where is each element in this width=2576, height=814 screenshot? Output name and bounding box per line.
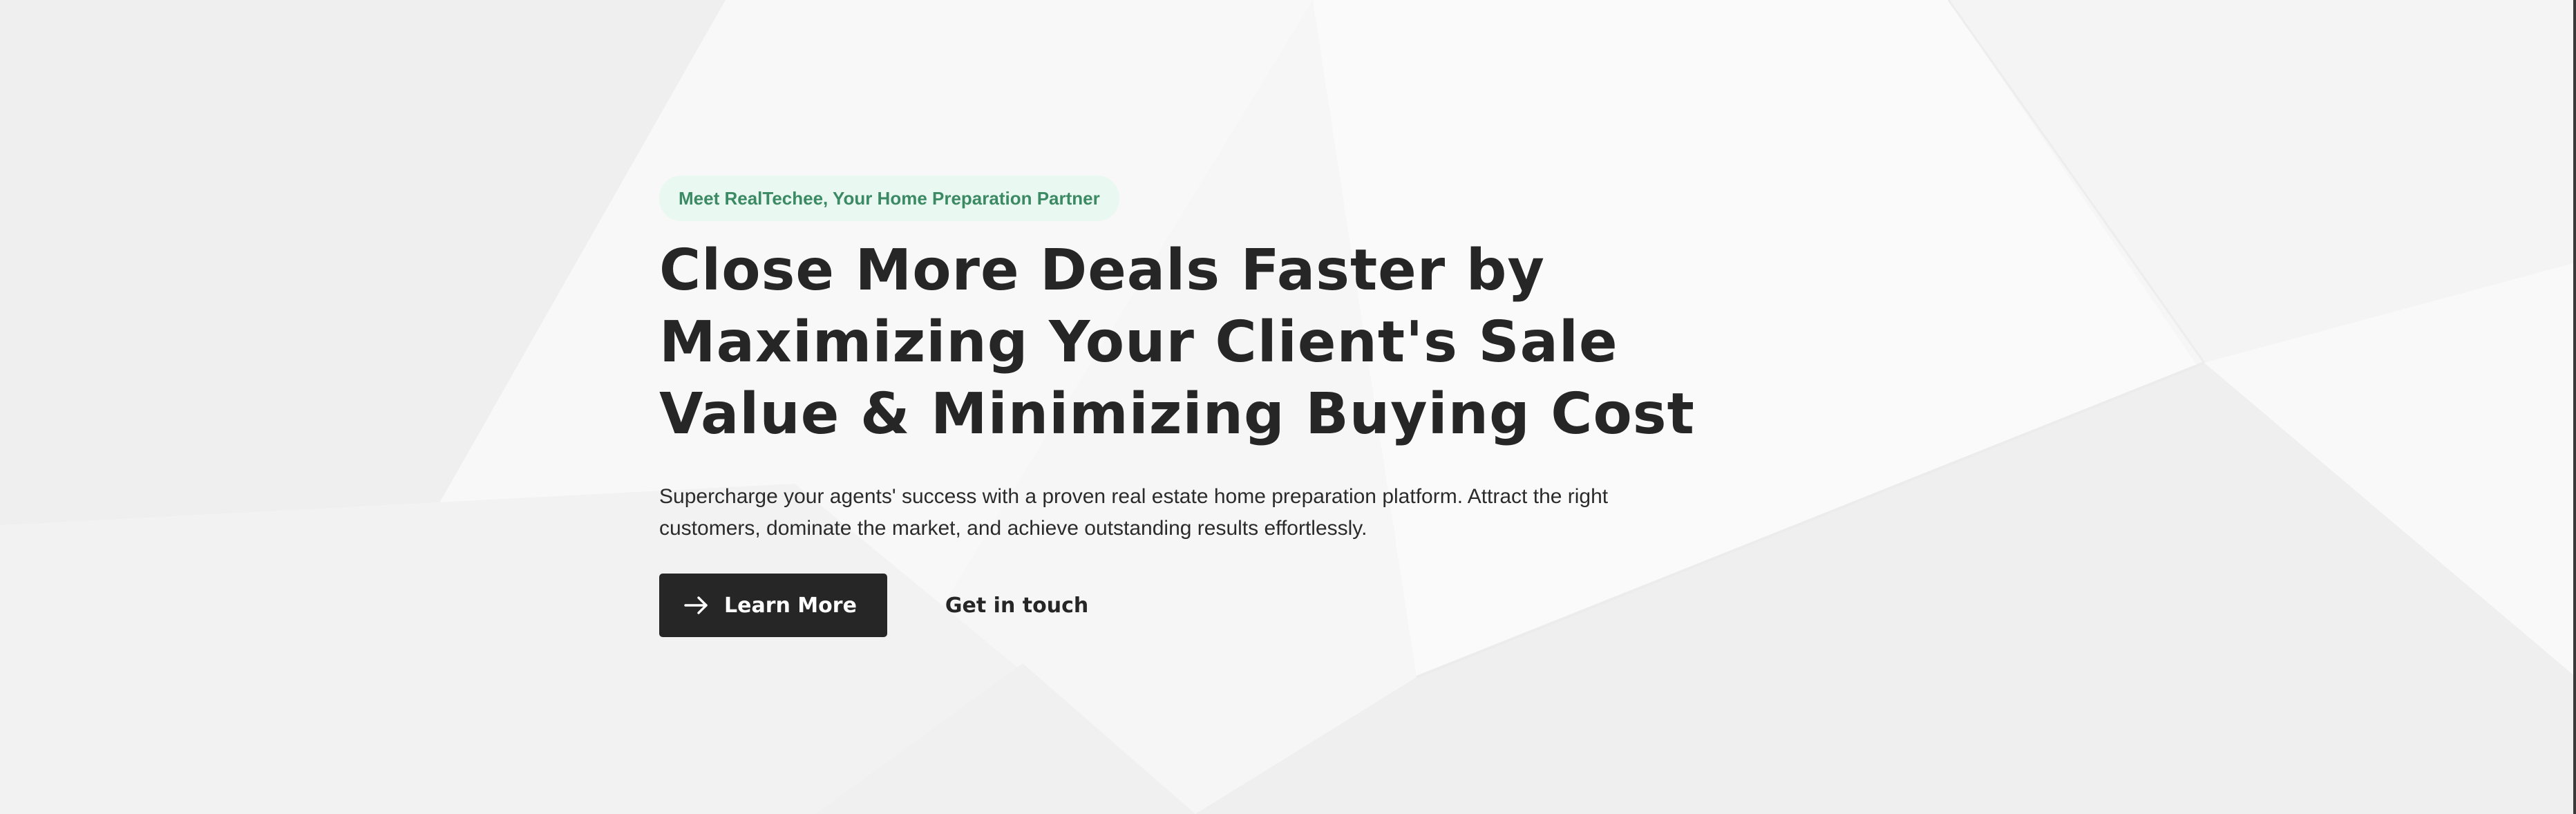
page-title: Close More Deals Faster by Maximizing Yo… [659, 235, 1695, 451]
headline-line: Maximizing Your Client's Sale [659, 310, 1618, 375]
learn-more-button[interactable]: Learn More [659, 574, 887, 637]
headline-line: Close More Deals Faster by [659, 238, 1545, 303]
description-line: Supercharge your agents' success with a … [659, 485, 1609, 508]
headline-line: Value & Minimizing Buying Cost [659, 381, 1695, 447]
get-in-touch-button[interactable]: Get in touch [945, 594, 1088, 618]
learn-more-label: Learn More [724, 593, 857, 618]
hero-description: Supercharge your agents' success with a … [659, 481, 1668, 545]
hero-actions: Learn More Get in touch [659, 574, 1668, 637]
description-line: customers, dominate the market, and achi… [659, 517, 1367, 540]
intro-badge: Meet RealTechee, Your Home Preparation P… [659, 176, 1119, 221]
arrow-right-icon [683, 591, 710, 619]
hero-section: Meet RealTechee, Your Home Preparation P… [659, 176, 1695, 637]
